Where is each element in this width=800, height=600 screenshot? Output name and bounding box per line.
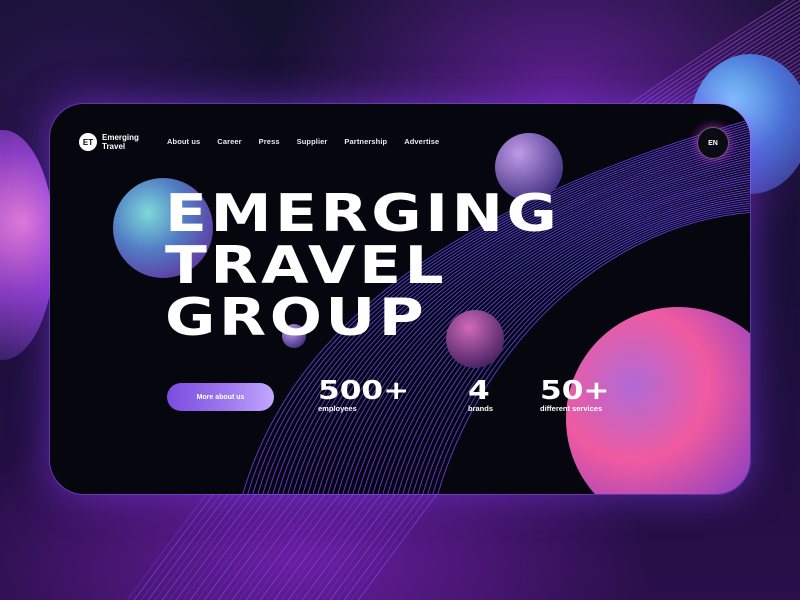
main-nav: About us Career Press Supplier Partnersh… — [167, 137, 456, 146]
nav-press[interactable]: Press — [259, 137, 280, 146]
more-about-us-button[interactable]: More about us — [167, 383, 274, 411]
stat-brands: 4 brands — [468, 378, 493, 413]
brand-logo[interactable]: ET Emerging Travel — [79, 133, 139, 151]
stat-brands-value: 4 — [468, 376, 490, 406]
logo-line-2: Travel — [102, 142, 126, 151]
hero-card: ET Emerging Travel About us Career Press… — [50, 104, 750, 494]
nav-advertise[interactable]: Advertise — [404, 137, 439, 146]
logo-wordmark: Emerging Travel — [102, 133, 139, 151]
stat-employees-value: 500+ — [318, 376, 410, 406]
hero-headline: EMERGING TRAVEL GROUP — [165, 188, 560, 344]
headline-line-2: TRAVEL — [165, 236, 448, 296]
nav-supplier[interactable]: Supplier — [297, 137, 328, 146]
headline-line-3: GROUP — [165, 288, 428, 348]
language-switch[interactable]: EN — [697, 127, 729, 159]
logo-mark: ET — [79, 133, 97, 151]
nav-career[interactable]: Career — [217, 137, 241, 146]
logo-line-1: Emerging — [102, 133, 139, 142]
stat-employees: 500+ employees — [318, 378, 409, 413]
stat-services: 50+ different services — [540, 378, 610, 413]
headline-line-1: EMERGING — [165, 184, 561, 244]
nav-about-us[interactable]: About us — [167, 137, 200, 146]
stat-services-value: 50+ — [540, 376, 610, 406]
nav-partnership[interactable]: Partnership — [344, 137, 387, 146]
